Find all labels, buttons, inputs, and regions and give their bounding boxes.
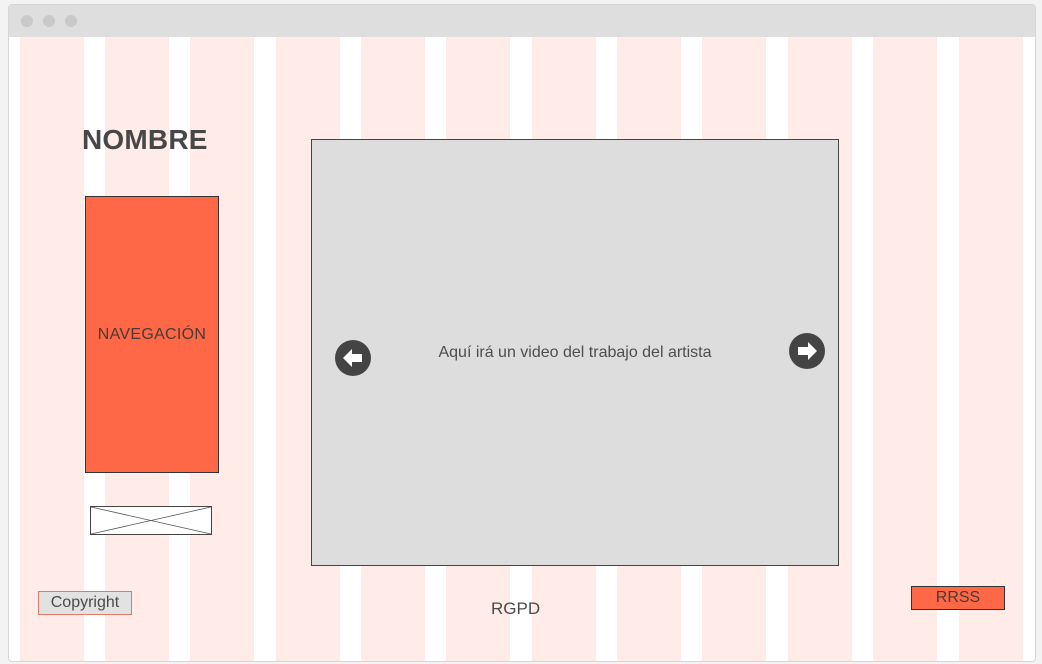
grid-column [20, 37, 84, 661]
navigation-block[interactable]: NAVEGACIÓN [85, 196, 219, 473]
navigation-label: NAVEGACIÓN [97, 325, 207, 343]
video-caption: Aquí irá un video del trabajo del artist… [438, 344, 712, 361]
browser-window: NOMBRE NAVEGACIÓN Aquí irá un video del … [8, 4, 1036, 662]
copyright-button[interactable]: Copyright [38, 591, 132, 615]
close-dot[interactable] [21, 15, 33, 27]
image-placeholder-icon [90, 506, 212, 535]
window-titlebar [9, 5, 1035, 37]
arrow-left-circle-icon[interactable] [335, 340, 371, 376]
page-canvas: NOMBRE NAVEGACIÓN Aquí irá un video del … [9, 37, 1035, 661]
rgpd-link[interactable]: RGPD [491, 599, 540, 619]
arrow-right-circle-icon[interactable] [789, 333, 825, 369]
grid-column [873, 37, 937, 661]
minimize-dot[interactable] [43, 15, 55, 27]
site-name-heading: NOMBRE [82, 124, 208, 155]
social-media-button[interactable]: RRSS [911, 586, 1005, 610]
maximize-dot[interactable] [65, 15, 77, 27]
grid-column [959, 37, 1023, 661]
video-placeholder[interactable]: Aquí irá un video del trabajo del artist… [311, 139, 839, 566]
